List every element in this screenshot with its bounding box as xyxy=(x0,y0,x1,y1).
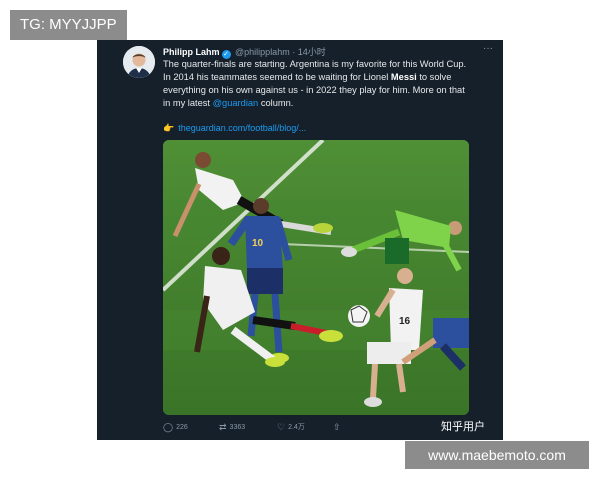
mention-link[interactable]: @guardian xyxy=(213,98,259,108)
tweet-text-bold: Messi xyxy=(390,72,417,82)
football-match-photo: 10 16 xyxy=(163,140,469,415)
url-row: 👉 theguardian.com/football/blog/... xyxy=(163,123,306,134)
ball xyxy=(348,305,370,327)
hand-pointing-icon: 👉 xyxy=(163,123,175,133)
dot-separator: · xyxy=(292,47,296,57)
tweet-text: The quarter-finals are starting. Argenti… xyxy=(163,58,468,110)
author-name[interactable]: Philipp Lahm xyxy=(163,47,220,57)
author-handle[interactable]: @philipplahm xyxy=(235,47,290,57)
like-action[interactable]: ♡ 2.4万 xyxy=(277,422,305,433)
watermark-top: TG: MYYJJPP xyxy=(10,10,127,40)
retweet-icon: ⇄ xyxy=(219,422,227,432)
avatar[interactable] xyxy=(123,46,155,78)
reply-count: 226 xyxy=(176,424,188,431)
watermark-bottom: www.maebemoto.com xyxy=(405,441,589,469)
like-count: 2.4万 xyxy=(288,424,305,431)
tweet-time[interactable]: 14小时 xyxy=(298,47,326,57)
more-options-icon[interactable]: ··· xyxy=(483,43,493,54)
tweet-card[interactable]: Philipp Lahm ✓ @philipplahm · 14小时 ··· Th… xyxy=(97,40,503,440)
share-icon: ⇧ xyxy=(333,422,341,432)
share-action[interactable]: ⇧ xyxy=(333,422,344,433)
tweet-actions: ◯ 226 ⇄ 3363 ♡ 2.4万 ⇧ xyxy=(163,422,469,434)
avatar-portrait xyxy=(123,46,155,78)
screenshot: TG: MYYJJPP Philipp Lahm ✓ @philipplahm ·… xyxy=(0,0,600,480)
like-icon: ♡ xyxy=(277,422,286,432)
tweet-photo[interactable]: 10 16 xyxy=(163,140,469,415)
tweet-header: Philipp Lahm ✓ @philipplahm · 14小时 ··· xyxy=(163,43,493,59)
tweet-text-part: column. xyxy=(258,98,294,108)
retweet-action[interactable]: ⇄ 3363 xyxy=(219,422,245,433)
reply-action[interactable]: ◯ 226 xyxy=(163,422,188,433)
reply-icon: ◯ xyxy=(163,422,174,432)
jersey-number: 16 xyxy=(399,316,411,327)
retweet-count: 3363 xyxy=(229,424,246,431)
source-label: 知乎用户 xyxy=(441,421,485,433)
jersey-number: 10 xyxy=(252,238,264,249)
article-link[interactable]: theguardian.com/football/blog/... xyxy=(178,123,306,133)
